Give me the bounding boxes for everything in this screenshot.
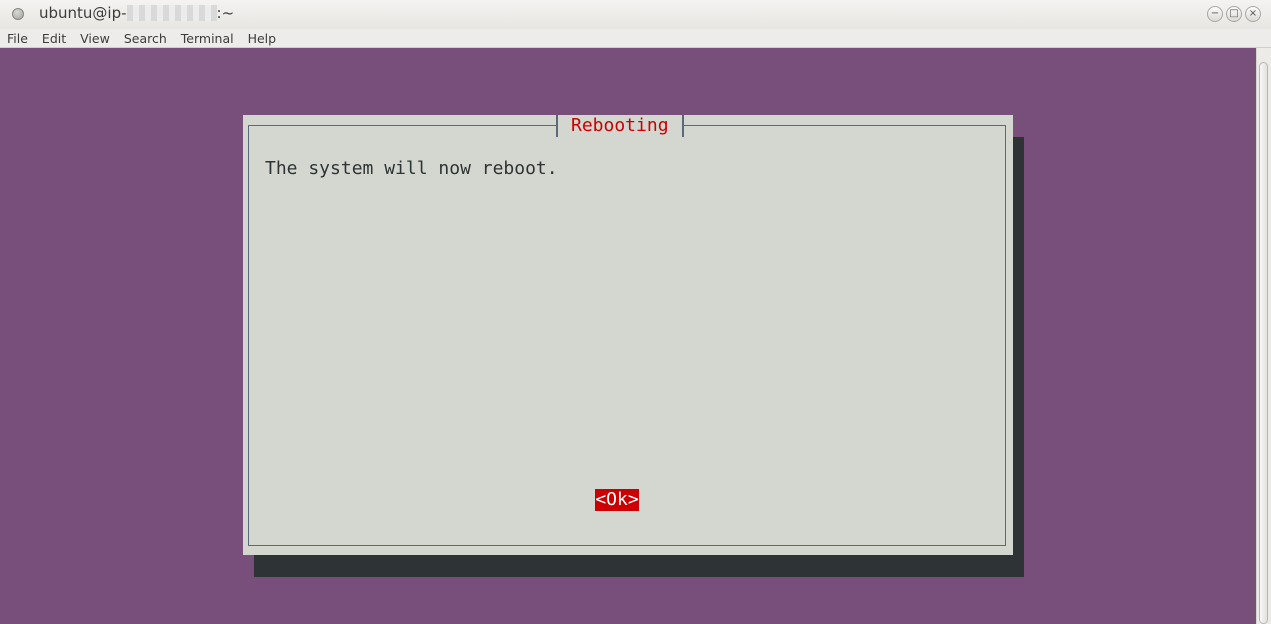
menu-terminal[interactable]: Terminal xyxy=(174,29,241,47)
menu-edit[interactable]: Edit xyxy=(35,29,73,47)
terminal-scrollbar[interactable] xyxy=(1256,48,1271,624)
dialog-title: Rebooting xyxy=(556,115,684,137)
menu-search[interactable]: Search xyxy=(117,29,174,47)
window-menu-icon[interactable] xyxy=(12,8,24,20)
maximize-button[interactable]: □ xyxy=(1226,6,1242,22)
menu-view[interactable]: View xyxy=(73,29,117,47)
dialog-message: The system will now reboot. xyxy=(265,158,558,179)
dialog-frame xyxy=(248,125,1006,546)
scrollbar-thumb[interactable] xyxy=(1259,62,1268,624)
menu-bar: File Edit View Search Terminal Help xyxy=(0,29,1271,48)
minimize-button[interactable]: − xyxy=(1207,6,1223,22)
redacted-hostname xyxy=(126,5,217,21)
window-title: ubuntu@ip-:~ xyxy=(39,4,235,22)
close-button[interactable]: × xyxy=(1245,6,1261,22)
ok-button[interactable]: <Ok> xyxy=(595,489,639,511)
menu-help[interactable]: Help xyxy=(241,29,284,47)
menu-file[interactable]: File xyxy=(0,29,35,47)
window-titlebar[interactable]: ubuntu@ip-:~ − □ × xyxy=(0,0,1271,29)
